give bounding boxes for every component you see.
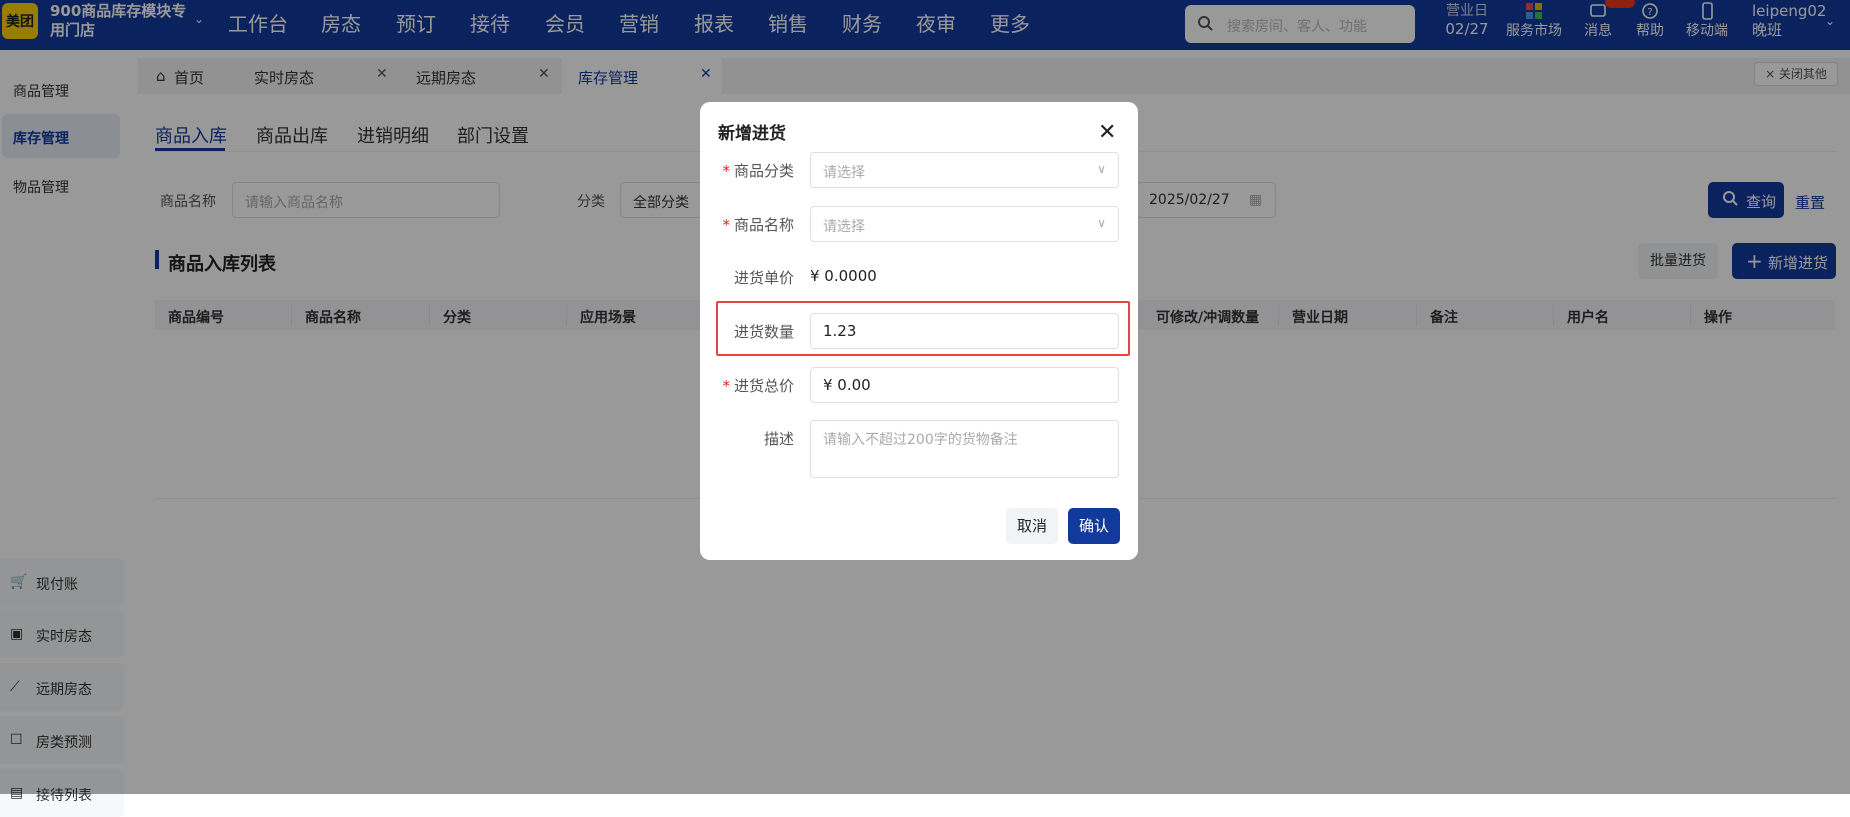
goods-name-label-text: 商品名称: [733, 216, 794, 234]
description-placeholder: 请输入不超过200字的货物备注: [823, 432, 1018, 448]
category-label: * 商品分类: [722, 160, 794, 181]
required-mark: *: [722, 216, 730, 234]
confirm-button[interactable]: 确认: [1068, 508, 1120, 544]
chevron-down-icon: ∨: [1097, 162, 1106, 176]
required-mark: *: [722, 377, 730, 395]
unit-price-value: ¥ 0.0000: [810, 267, 877, 285]
cancel-button[interactable]: 取消: [1006, 508, 1058, 544]
total-price-value: ¥ 0.00: [823, 376, 871, 394]
required-mark: *: [722, 162, 730, 180]
goods-name-label: * 商品名称: [722, 214, 794, 235]
total-price-input[interactable]: ¥ 0.00: [810, 367, 1119, 403]
description-label: 描述: [763, 430, 794, 448]
category-placeholder: 请选择: [823, 165, 865, 181]
focus-highlight-box: [716, 301, 1130, 356]
category-select[interactable]: 请选择 ∨: [810, 152, 1119, 188]
goods-name-select[interactable]: 请选择 ∨: [810, 206, 1119, 242]
chevron-down-icon: ∨: [1097, 216, 1106, 230]
close-icon[interactable]: ✕: [1098, 122, 1116, 144]
description-textarea[interactable]: 请输入不超过200字的货物备注: [810, 420, 1119, 478]
total-price-label-text: 进货总价: [733, 377, 794, 395]
dialog-title: 新增进货: [718, 124, 786, 144]
unit-price-label: 进货单价: [733, 269, 794, 287]
category-label-text: 商品分类: [733, 162, 794, 180]
total-price-label: * 进货总价: [722, 375, 794, 396]
goods-name-placeholder: 请选择: [823, 219, 865, 235]
